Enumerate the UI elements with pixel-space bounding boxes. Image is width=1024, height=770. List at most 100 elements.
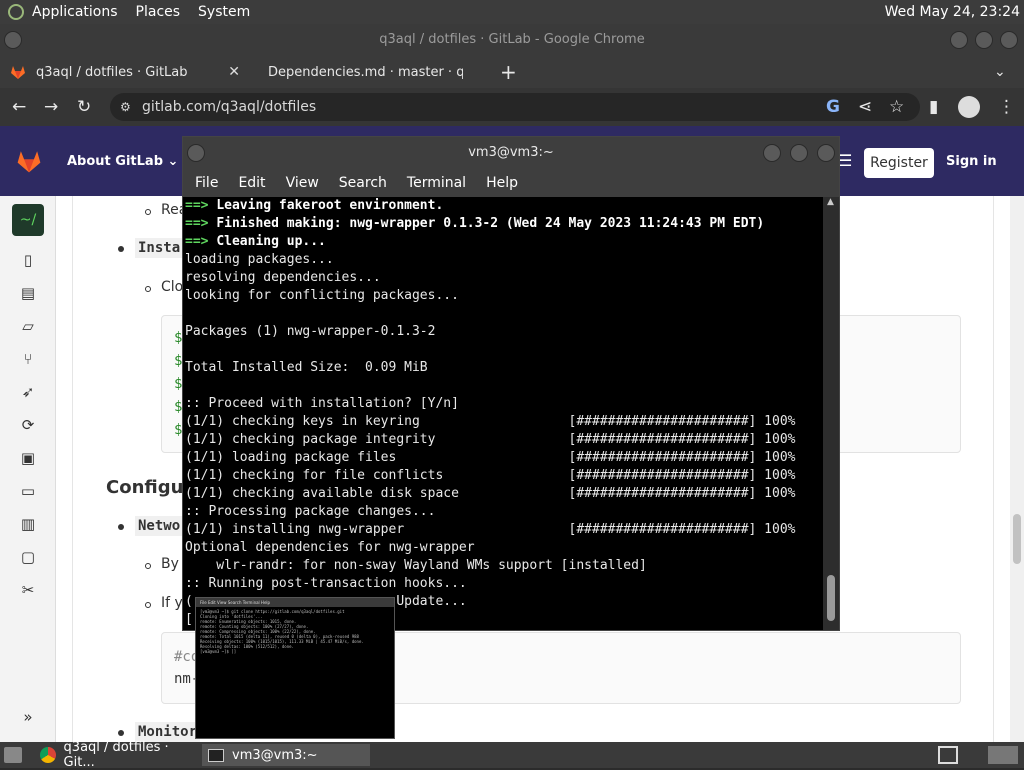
packages-icon[interactable]: ▣: [19, 449, 37, 467]
deployments-icon[interactable]: ⟳: [19, 416, 37, 434]
terminal-line: resolving dependencies...: [185, 269, 821, 287]
snippets-scissors-icon[interactable]: ✂: [19, 581, 37, 599]
tab-gitlab-dotfiles[interactable]: q3aql / dotfiles · GitLab ✕: [10, 56, 250, 88]
top-panel: Applications Places System Wed May 24, 2…: [0, 0, 1024, 24]
tab-strip: q3aql / dotfiles · GitLab ✕ Dependencies…: [0, 56, 1024, 88]
window-menu-icon[interactable]: [4, 31, 22, 49]
terminal-line-text: [185, 342, 193, 357]
terminal-line-text: :: Running post-transaction hooks...: [185, 576, 467, 591]
preview-output: [vm3@vm3 ~]$ git clone https://gitlab.co…: [196, 607, 394, 656]
terminal-line: ==> Finished making: nwg-wrapper 0.1.3-2…: [185, 215, 821, 233]
terminal-icon: [208, 748, 224, 762]
about-gitlab-label: About GitLab: [67, 154, 163, 169]
chrome-window-title: q3aql / dotfiles · GitLab - Google Chrom…: [379, 32, 645, 47]
expand-sidebar-icon[interactable]: »: [19, 708, 37, 726]
chrome-window-titlebar[interactable]: q3aql / dotfiles · GitLab - Google Chrom…: [0, 24, 1024, 56]
terminal-line: [185, 341, 821, 359]
terminal-line-text: resolving dependencies...: [185, 270, 381, 285]
page-scrollbar[interactable]: [1010, 196, 1024, 742]
menu-view[interactable]: View: [286, 175, 319, 191]
task-terminal[interactable]: vm3@vm3:~: [202, 744, 370, 766]
profile-avatar-icon[interactable]: [958, 96, 980, 118]
menu-places[interactable]: Places: [136, 4, 181, 20]
preview-menubar: File Edit View Search Terminal Help: [196, 598, 394, 607]
terminal-arrow-prefix: ==>: [185, 216, 217, 231]
gitlab-logo-icon[interactable]: [15, 148, 43, 174]
menu-help[interactable]: Help: [486, 175, 518, 191]
register-button[interactable]: Register: [864, 148, 934, 178]
site-info-icon[interactable]: ⚙: [120, 93, 131, 121]
wiki-icon[interactable]: ▢: [19, 548, 37, 566]
project-info-icon[interactable]: ▯: [19, 251, 37, 269]
minimize-button[interactable]: [763, 144, 781, 162]
minimize-button[interactable]: [950, 31, 968, 49]
terminal-line: :: Running post-transaction hooks...: [185, 575, 821, 593]
list-bullet: [145, 286, 151, 292]
share-icon[interactable]: ⋖: [858, 97, 872, 117]
terminal-line: Optional dependencies for nwg-wrapper: [185, 539, 821, 557]
window-menu-icon[interactable]: [187, 144, 205, 162]
menu-edit[interactable]: Edit: [238, 175, 265, 191]
analytics-icon[interactable]: ▥: [19, 515, 37, 533]
sign-in-link[interactable]: Sign in: [946, 154, 997, 169]
tab-dependencies-md[interactable]: Dependencies.md · master · q3: [258, 56, 463, 88]
terminal-titlebar[interactable]: vm3@vm3:~: [183, 137, 839, 169]
terminal-line: wlr-randr: for non-sway Wayland WMs supp…: [185, 557, 821, 575]
maximize-button[interactable]: [975, 31, 993, 49]
terminal-line: (1/1) installing nwg-wrapper [##########…: [185, 521, 821, 539]
menu-search[interactable]: Search: [339, 175, 387, 191]
menu-file[interactable]: File: [195, 175, 218, 191]
workspace-switcher-icon[interactable]: [938, 746, 958, 764]
terminal-line-text: Finished making: nwg-wrapper 0.1.3-2 (We…: [216, 216, 765, 231]
back-arrow-icon[interactable]: ←: [12, 97, 26, 117]
panel-clock[interactable]: Wed May 24, 23:24: [885, 4, 1020, 20]
side-panel-icon[interactable]: ▮: [929, 97, 938, 117]
terminal-window[interactable]: vm3@vm3:~ File Edit View Search Terminal…: [182, 136, 840, 631]
show-desktop-icon[interactable]: [4, 747, 22, 763]
terminal-line-text: Packages (1) nwg-wrapper-0.1.3-2: [185, 324, 436, 339]
reload-icon[interactable]: ↻: [77, 97, 91, 117]
distro-logo-icon[interactable]: [8, 4, 24, 20]
terminal-thumbnail-preview[interactable]: File Edit View Search Terminal Help [vm3…: [195, 597, 395, 739]
list-bullet: [118, 730, 124, 736]
hamburger-menu-icon[interactable]: ☰: [838, 151, 852, 170]
scrollbar-thumb[interactable]: [1013, 514, 1021, 564]
close-button[interactable]: [1000, 31, 1018, 49]
project-avatar-icon[interactable]: ~/: [12, 204, 44, 236]
url-omnibox[interactable]: ⚙ gitlab.com/q3aql/dotfiles: [110, 93, 920, 121]
google-icon[interactable]: G: [826, 97, 840, 117]
monitor-icon[interactable]: ▭: [19, 482, 37, 500]
menu-applications[interactable]: Applications: [32, 4, 118, 20]
terminal-scrollbar[interactable]: ▲: [823, 197, 839, 630]
forward-arrow-icon[interactable]: →: [44, 97, 58, 117]
menu-system[interactable]: System: [198, 4, 250, 20]
issues-icon[interactable]: ▱: [19, 317, 37, 335]
terminal-line-text: (1/1) checking keys in keyring [########…: [185, 414, 796, 429]
terminal-line: [185, 377, 821, 395]
menu-terminal[interactable]: Terminal: [407, 175, 466, 191]
terminal-line-text: (1/1) installing nwg-wrapper [##########…: [185, 522, 796, 537]
terminal-line-text: wlr-randr: for non-sway Wayland WMs supp…: [185, 558, 647, 573]
maximize-button[interactable]: [790, 144, 808, 162]
scrollbar-thumb[interactable]: [827, 575, 835, 621]
chrome-menu-icon[interactable]: ⋮: [998, 97, 1015, 117]
new-tab-button[interactable]: +: [500, 56, 517, 88]
bookmark-star-icon[interactable]: ☆: [889, 97, 904, 117]
terminal-line-text: [185, 306, 193, 321]
terminal-line: ==> Cleaning up...: [185, 233, 821, 251]
repository-icon[interactable]: ▤: [19, 284, 37, 302]
ci-cd-rocket-icon[interactable]: ➶: [19, 383, 37, 401]
about-gitlab-menu[interactable]: About GitLab ⌄: [67, 154, 178, 169]
workspace-indicator[interactable]: [988, 746, 1018, 764]
doc-text: Clo: [161, 279, 184, 295]
tab-search-chevron-icon[interactable]: ⌄: [994, 56, 1006, 88]
close-button[interactable]: [817, 144, 835, 162]
terminal-line-text: (1/1) checking available disk space [###…: [185, 486, 796, 501]
merge-requests-icon[interactable]: ⑂: [19, 350, 37, 368]
terminal-line-text: (1/1) checking for file conflicts [#####…: [185, 468, 796, 483]
tab-title: q3aql / dotfiles · GitLab: [36, 64, 188, 80]
scroll-up-icon[interactable]: ▲: [827, 197, 834, 207]
terminal-output[interactable]: ==> Leaving fakeroot environment. ==> Fin…: [185, 197, 821, 630]
tab-close-icon[interactable]: ✕: [228, 64, 240, 80]
task-chrome[interactable]: q3aql / dotfiles · Git...: [34, 740, 200, 770]
